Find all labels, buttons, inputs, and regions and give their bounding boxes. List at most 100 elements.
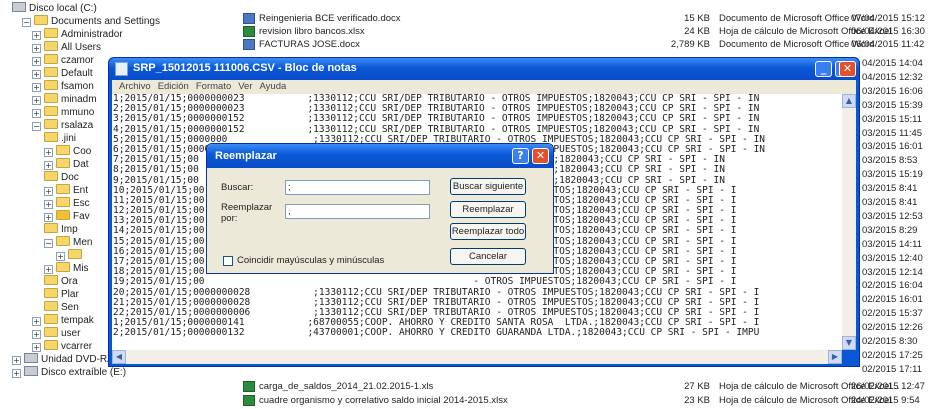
tree-item[interactable]: + user xyxy=(32,327,80,340)
replace-input[interactable]: , xyxy=(285,204,430,219)
expand-icon[interactable]: + xyxy=(44,187,53,196)
file-row[interactable]: FACTURAS JOSE.docx 2,789 KB Documento de M… xyxy=(225,38,943,51)
tree-item[interactable]: Sen xyxy=(44,301,79,314)
expand-icon[interactable]: + xyxy=(32,317,41,326)
expand-icon[interactable]: + xyxy=(44,161,53,170)
tree-item[interactable]: + Esc xyxy=(44,197,90,210)
tree-item[interactable]: + mmuno xyxy=(32,106,94,119)
expand-icon[interactable]: + xyxy=(44,200,53,209)
scroll-down-icon[interactable]: ▼ xyxy=(842,336,856,350)
collapse-icon[interactable]: − xyxy=(32,122,41,131)
tree-item-label: rsalaza xyxy=(61,120,94,131)
collapse-icon[interactable]: − xyxy=(44,239,53,248)
tree-item-label: mmuno xyxy=(61,107,95,118)
tree-item-label: Default xyxy=(61,68,93,79)
tree-item[interactable]: + vcarrer xyxy=(32,340,92,353)
match-case-checkbox[interactable] xyxy=(223,256,233,266)
close-button[interactable]: ✕ xyxy=(839,61,856,77)
scroll-right-icon[interactable]: ▶ xyxy=(828,350,842,364)
tree-item[interactable]: + All Users xyxy=(32,41,101,54)
expand-icon[interactable]: + xyxy=(32,96,41,105)
tree-item[interactable]: Doc xyxy=(44,171,79,184)
tree-item[interactable]: Disco local (C:) xyxy=(12,2,97,15)
tree-item[interactable]: − Men xyxy=(44,236,92,249)
tree-item[interactable]: Plar xyxy=(44,288,79,301)
tree-item-label: user xyxy=(61,328,81,339)
expand-icon[interactable]: + xyxy=(12,356,21,365)
cancel-button[interactable]: Cancelar xyxy=(450,248,526,265)
tree-item[interactable]: + minadm xyxy=(32,93,97,106)
tree-item[interactable]: + Default xyxy=(32,67,93,80)
expand-icon[interactable]: + xyxy=(32,83,41,92)
horizontal-scrollbar[interactable]: ◀ ▶ xyxy=(112,350,842,364)
tree-item[interactable]: + tempak xyxy=(32,314,94,327)
expand-icon[interactable]: + xyxy=(32,330,41,339)
folder-icon xyxy=(44,171,58,181)
tree-item[interactable]: + Administrador xyxy=(32,28,123,41)
find-input[interactable]: ; xyxy=(285,180,430,195)
dialog-close-icon[interactable]: ✕ xyxy=(532,148,549,164)
tree-item[interactable]: + xyxy=(56,249,85,262)
tree-item[interactable]: + czamor xyxy=(32,54,94,67)
expand-icon[interactable]: + xyxy=(44,265,53,274)
vertical-scrollbar[interactable]: ▲ ▼ xyxy=(842,94,856,350)
file-size: 27 KB xyxy=(684,381,710,392)
tree-item-label: Doc xyxy=(61,172,79,183)
file-row[interactable]: carga_de_saldos_2014_21.02.2015-1.xls 27 … xyxy=(225,380,943,393)
scroll-left-icon[interactable]: ◀ xyxy=(112,350,126,364)
expand-icon[interactable]: + xyxy=(32,70,41,79)
tree-item[interactable]: + Mis xyxy=(44,262,89,275)
replace-dialog-titlebar[interactable]: Reemplazar ? ✕ xyxy=(207,144,553,168)
tree-item[interactable]: + Ent xyxy=(44,184,88,197)
excel-file-icon xyxy=(243,26,255,37)
menu-item[interactable]: Archivo xyxy=(119,80,151,94)
folder-icon xyxy=(44,132,58,142)
file-size: 15 KB xyxy=(684,13,710,24)
file-date: 03/2015 8:41 xyxy=(862,183,918,195)
help-icon[interactable]: ? xyxy=(512,148,529,164)
tree-item[interactable]: + Dat xyxy=(44,158,89,171)
tree-item[interactable]: .jini xyxy=(44,132,76,145)
tree-item[interactable]: Ora xyxy=(44,275,78,288)
text-line: 2;2015/01/15;0000000132 ;43700001;COOP. … xyxy=(113,327,760,339)
replace-all-button[interactable]: Reemplazar todo xyxy=(450,223,526,240)
minimize-button[interactable]: _ xyxy=(815,61,832,77)
expand-icon[interactable]: + xyxy=(32,343,41,352)
expand-icon[interactable]: + xyxy=(32,44,41,53)
menu-item[interactable]: Ver xyxy=(238,80,252,94)
file-row[interactable]: cuadre organismo y correlativo saldo ini… xyxy=(225,394,943,407)
expand-icon[interactable]: + xyxy=(32,31,41,40)
word-file-icon xyxy=(243,39,255,50)
file-row[interactable]: revision libro bancos.xlsx 24 KB Hoja de c… xyxy=(225,25,943,38)
menu-item[interactable]: Edición xyxy=(158,80,189,94)
collapse-icon[interactable]: − xyxy=(22,18,31,27)
folder-icon xyxy=(44,288,58,298)
find-next-button[interactable]: Buscar siguiente xyxy=(450,178,526,195)
tree-item[interactable]: + Disco extraíble (E:) xyxy=(12,366,126,379)
file-date: 26/02/2015 12:47 xyxy=(851,381,925,392)
tree-item[interactable]: + fsamon xyxy=(32,80,94,93)
tree-item-label: minadm xyxy=(61,94,97,105)
expand-icon[interactable]: + xyxy=(32,57,41,66)
tree-item[interactable]: + Coo xyxy=(44,145,91,158)
tree-item[interactable]: + Fav xyxy=(44,210,90,223)
tree-item[interactable]: Imp xyxy=(44,223,78,236)
menu-item[interactable]: Formato xyxy=(196,80,231,94)
file-row[interactable]: Reingenieria BCE verificado.docx 15 KB Doc… xyxy=(225,12,943,25)
expand-icon[interactable]: + xyxy=(12,369,21,378)
file-date: 02/2015 16:04 xyxy=(862,280,923,292)
folder-icon xyxy=(34,15,48,25)
expand-icon[interactable]: + xyxy=(56,252,65,261)
replace-button[interactable]: Reemplazar xyxy=(450,201,526,218)
expand-icon[interactable]: + xyxy=(32,109,41,118)
notepad-titlebar[interactable]: SRP_15012015 111006.CSV - Bloc de notas … xyxy=(109,58,859,80)
file-date: 03/2015 8:29 xyxy=(862,224,918,236)
expand-icon[interactable]: + xyxy=(44,213,53,222)
file-date: 03/2015 15:11 xyxy=(862,113,923,125)
menu-item[interactable]: Ayuda xyxy=(260,80,287,94)
scroll-up-icon[interactable]: ▲ xyxy=(842,94,856,108)
tree-item[interactable]: − rsalaza xyxy=(32,119,93,132)
excel-file-icon xyxy=(243,381,255,392)
expand-icon[interactable]: + xyxy=(44,148,53,157)
tree-item[interactable]: − Documents and Settings xyxy=(22,15,160,28)
